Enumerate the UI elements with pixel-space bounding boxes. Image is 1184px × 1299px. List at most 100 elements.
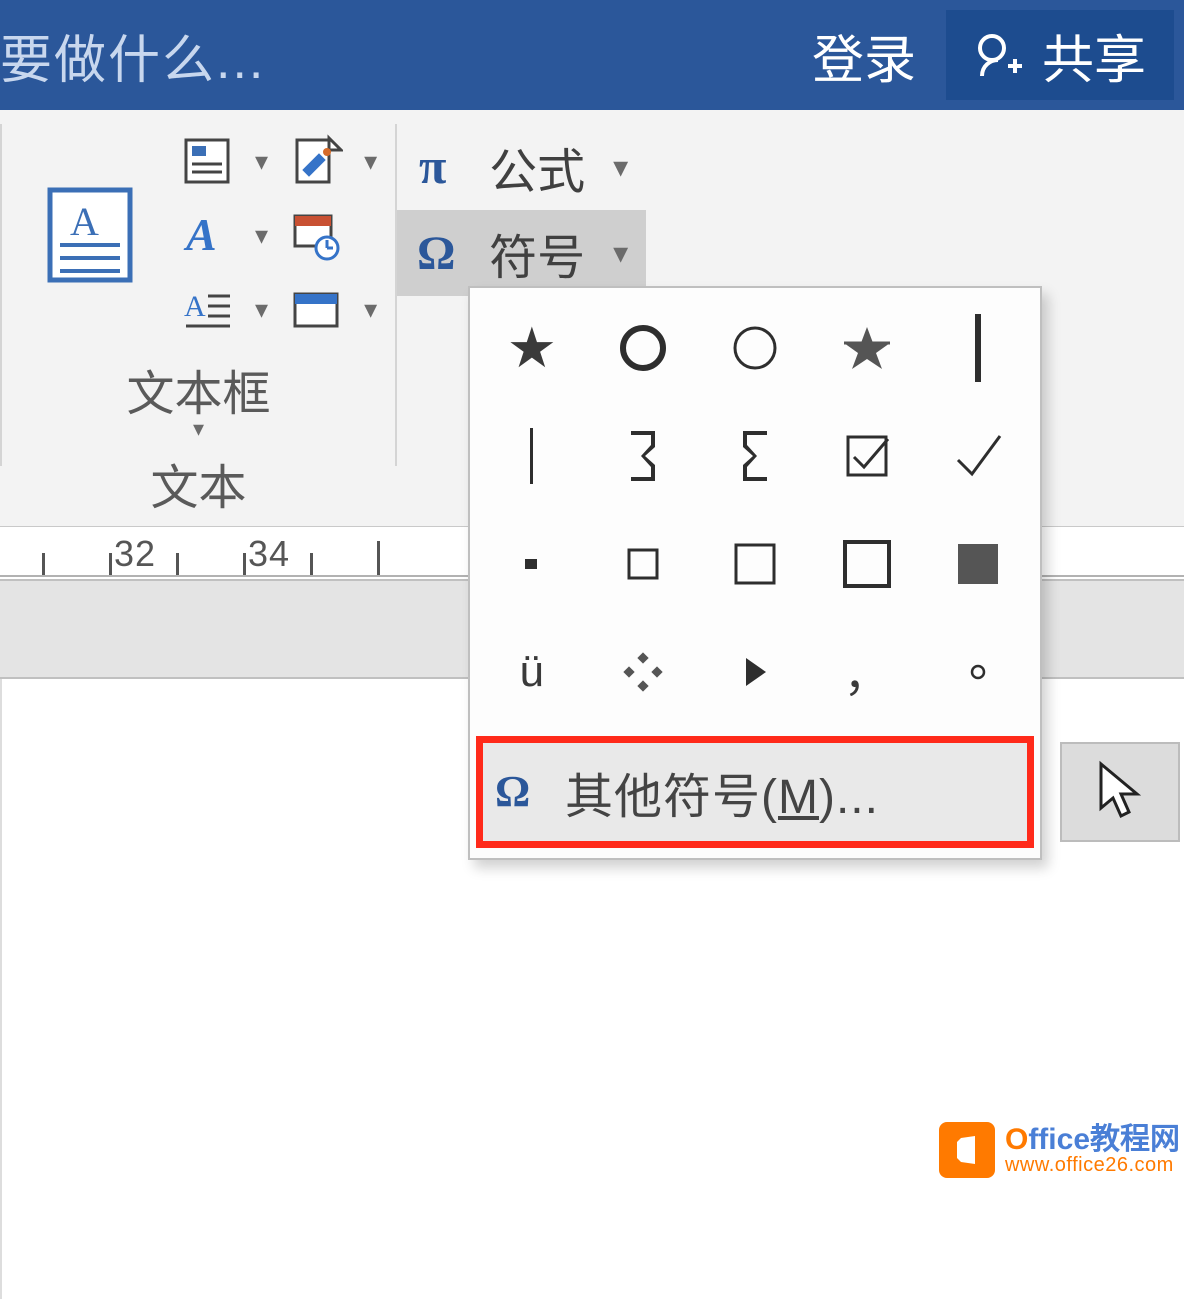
textbox-button[interactable]: A bbox=[12, 155, 167, 315]
square-medium-icon bbox=[731, 540, 779, 588]
square-small-icon bbox=[623, 544, 663, 584]
dropdown-arrow-icon[interactable]: ▾ bbox=[356, 146, 385, 177]
svg-text:Ω: Ω bbox=[495, 767, 530, 816]
dropdown-arrow-icon[interactable]: ▾ bbox=[193, 416, 204, 442]
date-time-button[interactable] bbox=[276, 198, 356, 272]
ruler-mark: 34 bbox=[248, 533, 278, 575]
ruler-mark: 32 bbox=[114, 533, 144, 575]
symbol-cell[interactable] bbox=[699, 294, 811, 402]
dropcap-icon: A bbox=[180, 282, 234, 336]
signin-link[interactable]: 登录 bbox=[792, 18, 936, 93]
square-filled-icon bbox=[954, 540, 1002, 588]
svg-text:A: A bbox=[70, 199, 99, 244]
small-square-filled-icon bbox=[521, 553, 543, 575]
date-time-icon bbox=[289, 208, 343, 262]
dropdown-arrow-icon[interactable]: ▾ bbox=[356, 294, 385, 325]
textbox-icon: A bbox=[40, 180, 140, 290]
bracket-right-icon bbox=[625, 427, 661, 485]
bracket-left-icon bbox=[737, 427, 773, 485]
signature-button[interactable] bbox=[276, 124, 356, 198]
symbol-cell[interactable] bbox=[699, 618, 811, 726]
checkbox-checked-icon bbox=[842, 431, 892, 481]
small-circle-icon bbox=[969, 663, 987, 681]
share-label: 共享 bbox=[1042, 18, 1146, 93]
cursor-indicator bbox=[1060, 742, 1180, 842]
omega-icon: Ω bbox=[415, 225, 471, 281]
symbol-grid: ★ bbox=[470, 288, 1040, 732]
symbol-cell[interactable] bbox=[588, 294, 700, 402]
object-button[interactable] bbox=[276, 272, 356, 346]
signature-icon bbox=[289, 134, 343, 188]
dropcap-button[interactable]: A bbox=[167, 272, 247, 346]
pi-icon: π bbox=[415, 139, 471, 195]
more-symbols-label: 其他符号(M)... bbox=[565, 757, 879, 827]
dropdown-arrow-icon[interactable]: ▾ bbox=[247, 294, 276, 325]
symbol-cell[interactable] bbox=[588, 618, 700, 726]
watermark-title-rest: ffice教程网 bbox=[1028, 1123, 1180, 1156]
cursor-icon bbox=[1093, 760, 1147, 824]
symbol-cell[interactable]: ü bbox=[476, 618, 588, 726]
watermark-title-o: O bbox=[1005, 1123, 1028, 1156]
dropdown-arrow-icon[interactable]: ▾ bbox=[247, 220, 276, 251]
dropdown-arrow-icon[interactable]: ▾ bbox=[613, 150, 628, 185]
symbol-label: 符号 bbox=[489, 218, 585, 288]
watermark-badge bbox=[939, 1122, 995, 1178]
svg-text:Ω: Ω bbox=[417, 227, 455, 280]
wordart-button[interactable]: A bbox=[167, 198, 247, 272]
text-group: A ▾ bbox=[2, 118, 395, 526]
equation-button[interactable]: π 公式 ▾ bbox=[397, 124, 646, 210]
vertical-bar-thick-icon bbox=[968, 312, 988, 384]
checkmark-icon bbox=[950, 428, 1006, 484]
svg-text:π: π bbox=[419, 139, 446, 194]
quick-parts-button[interactable] bbox=[167, 124, 247, 198]
symbol-cell[interactable] bbox=[922, 618, 1034, 726]
wordart-icon: A bbox=[180, 208, 234, 262]
text-group-label: 文本 bbox=[151, 448, 247, 518]
symbol-cell[interactable] bbox=[588, 510, 700, 618]
symbol-popup: ★ bbox=[468, 286, 1042, 860]
star-filled-icon: ★ bbox=[507, 315, 557, 381]
watermark-url: www.office26.com bbox=[1005, 1155, 1180, 1175]
object-icon bbox=[289, 282, 343, 336]
share-button[interactable]: 共享 bbox=[946, 10, 1174, 100]
symbol-cell[interactable] bbox=[699, 402, 811, 510]
svg-text:A: A bbox=[183, 209, 217, 260]
symbol-cell[interactable] bbox=[922, 402, 1034, 510]
mini-grid: ▾ ▾ A bbox=[167, 124, 385, 346]
omega-icon: Ω bbox=[493, 766, 545, 818]
star-outline-icon bbox=[840, 321, 894, 375]
watermark-text: Office教程网 www.office26.com bbox=[1005, 1125, 1180, 1175]
diamond-cluster-icon bbox=[621, 650, 665, 694]
svg-text:A: A bbox=[184, 290, 206, 323]
circle-thin-icon bbox=[730, 323, 780, 373]
title-right: 登录 共享 bbox=[792, 10, 1174, 100]
text-group-label-text: 文本 bbox=[151, 448, 247, 518]
quick-parts-icon bbox=[180, 134, 234, 188]
share-icon bbox=[974, 30, 1024, 80]
symbol-button[interactable]: Ω 符号 ▾ bbox=[397, 210, 646, 296]
square-large-icon bbox=[841, 538, 893, 590]
equation-label: 公式 bbox=[489, 132, 585, 202]
dropdown-arrow-icon[interactable]: ▾ bbox=[247, 146, 276, 177]
more-symbols-button[interactable]: Ω 其他符号(M)... bbox=[476, 736, 1034, 848]
symbol-cell[interactable] bbox=[811, 510, 923, 618]
vertical-bar-thin-icon bbox=[522, 426, 542, 486]
symbol-cell[interactable] bbox=[476, 402, 588, 510]
symbol-cell[interactable] bbox=[922, 510, 1034, 618]
symbol-cell[interactable] bbox=[476, 510, 588, 618]
textbox-label: 文本框 bbox=[127, 354, 271, 424]
symbol-cell[interactable] bbox=[588, 402, 700, 510]
textbox-label-text: 文本框 bbox=[127, 354, 271, 424]
watermark: Office教程网 www.office26.com bbox=[939, 1122, 1180, 1178]
circle-thick-icon bbox=[618, 323, 668, 373]
title-bar: 要做什么... 登录 共享 bbox=[0, 0, 1184, 110]
tell-me-box[interactable]: 要做什么... bbox=[0, 18, 265, 93]
symbol-cell[interactable]: ★ bbox=[476, 294, 588, 402]
dropdown-arrow-icon[interactable]: ▾ bbox=[613, 236, 628, 271]
symbol-cell[interactable] bbox=[699, 510, 811, 618]
triangle-right-icon bbox=[740, 654, 770, 690]
symbol-cell[interactable] bbox=[811, 402, 923, 510]
symbol-cell[interactable]: ， bbox=[811, 618, 923, 726]
symbol-cell[interactable] bbox=[922, 294, 1034, 402]
symbol-cell[interactable] bbox=[811, 294, 923, 402]
